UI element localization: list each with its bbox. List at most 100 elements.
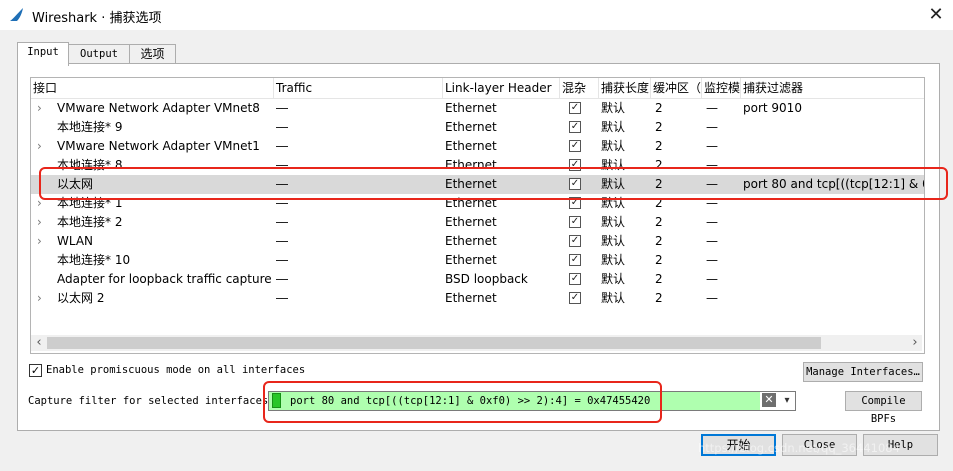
table-row[interactable]: › 以太网 2 __ Ethernet ✓ 默认 2 — (31, 285, 924, 308)
row-capture-filter[interactable] (743, 118, 924, 137)
title-bar: Wireshark · 捕获选项 ✕ (0, 0, 953, 30)
buffer-size: 2 (655, 120, 663, 134)
scrollbar-thumb[interactable] (47, 337, 821, 349)
column-header-capture-filter[interactable]: 捕获过滤器 (741, 78, 924, 98)
snapshot-length: 默认 (601, 272, 626, 286)
expand-chevron-icon[interactable]: › (37, 232, 42, 251)
row-capture-filter[interactable] (743, 251, 924, 270)
row-capture-filter[interactable]: port 9010 (743, 99, 924, 118)
traffic-sparkline: __ (276, 266, 288, 280)
buffer-size: 2 (655, 101, 663, 115)
interface-name: 本地连接* 9 (57, 120, 123, 134)
wireshark-fin-icon (10, 8, 23, 21)
traffic-sparkline: __ (276, 95, 288, 109)
column-header-snaplen[interactable]: 捕获长度 (599, 78, 651, 98)
promiscuous-checkbox[interactable]: ✓ (29, 364, 42, 377)
monitor-mode: — (706, 253, 718, 267)
promiscuous-row-checkbox[interactable]: ✓ (569, 235, 581, 247)
row-capture-filter[interactable] (743, 232, 924, 251)
manage-interfaces-button[interactable]: Manage Interfaces… (803, 362, 923, 382)
tab-options[interactable]: 选项 (129, 44, 176, 64)
promiscuous-row-checkbox[interactable]: ✓ (569, 102, 581, 114)
link-layer-header: Ethernet (445, 101, 497, 115)
close-window-button[interactable]: ✕ (924, 3, 948, 27)
capture-filter-label: Capture filter for selected interfaces: (28, 395, 275, 407)
snapshot-length: 默认 (601, 253, 626, 267)
column-header-promiscuous[interactable]: 混杂 (560, 78, 599, 98)
promiscuous-row-checkbox[interactable]: ✓ (569, 292, 581, 304)
row-capture-filter[interactable] (743, 137, 924, 156)
snapshot-length: 默认 (601, 101, 626, 115)
clear-filter-icon[interactable]: ✕ (762, 393, 776, 407)
scroll-right-icon[interactable]: › (908, 335, 922, 351)
monitor-mode: — (706, 291, 718, 305)
table-row[interactable]: 本地连接* 9 __ Ethernet ✓ 默认 2 — (31, 114, 924, 137)
promiscuous-row-checkbox[interactable]: ✓ (569, 140, 581, 152)
filter-dropdown-icon[interactable]: ▾ (780, 392, 794, 410)
promiscuous-row-checkbox[interactable]: ✓ (569, 273, 581, 285)
interface-name: 以太网 2 (57, 291, 105, 305)
buffer-size: 2 (655, 272, 663, 286)
link-layer-header: Ethernet (445, 291, 497, 305)
interface-name: Adapter for loopback traffic capture (57, 272, 272, 286)
row-capture-filter[interactable] (743, 289, 924, 308)
column-header-monitor[interactable]: 监控模 (702, 78, 741, 98)
expand-chevron-icon[interactable]: › (37, 99, 42, 118)
table-row[interactable]: 本地连接* 10 __ Ethernet ✓ 默认 2 — (31, 247, 924, 270)
interface-name: VMware Network Adapter VMnet1 (57, 139, 260, 153)
promiscuous-row-checkbox[interactable]: ✓ (569, 216, 581, 228)
row-capture-filter[interactable] (743, 270, 924, 289)
highlight-filter-annotation (263, 381, 662, 423)
promiscuous-row-checkbox[interactable]: ✓ (569, 254, 581, 266)
buffer-size: 2 (655, 215, 663, 229)
watermark: https://blog.csdn.net/qq_36441084 (698, 441, 900, 455)
table-row[interactable]: › 本地连接* 2 __ Ethernet ✓ 默认 2 — (31, 209, 924, 232)
table-row[interactable]: › VMware Network Adapter VMnet1 __ Ethernet… (31, 133, 924, 156)
traffic-sparkline: __ (276, 247, 288, 261)
highlight-selected-row-annotation (39, 167, 948, 200)
scroll-left-icon[interactable]: ‹ (32, 335, 46, 351)
table-row[interactable]: Adapter for loopback traffic capture __ BS… (31, 266, 924, 289)
snapshot-length: 默认 (601, 139, 626, 153)
snapshot-length: 默认 (601, 234, 626, 248)
link-layer-header: Ethernet (445, 139, 497, 153)
traffic-sparkline: __ (276, 228, 288, 242)
link-layer-header: Ethernet (445, 253, 497, 267)
row-capture-filter[interactable] (743, 213, 924, 232)
link-layer-header: Ethernet (445, 120, 497, 134)
tab-output[interactable]: Output (67, 44, 131, 64)
snapshot-length: 默认 (601, 291, 626, 305)
monitor-mode: — (706, 215, 718, 229)
table-row[interactable]: › WLAN __ Ethernet ✓ 默认 2 — (31, 228, 924, 251)
interface-table[interactable]: 接口 Traffic Link-layer Header 混杂 捕获长度 缓冲区… (30, 77, 925, 354)
buffer-size: 2 (655, 234, 663, 248)
monitor-mode: — (706, 101, 718, 115)
buffer-size: 2 (655, 139, 663, 153)
column-header-interface[interactable]: 接口 (31, 78, 274, 98)
promiscuous-row-checkbox[interactable]: ✓ (569, 121, 581, 133)
expand-chevron-icon[interactable]: › (37, 289, 42, 308)
column-header-link-layer[interactable]: Link-layer Header (443, 78, 560, 98)
tab-input[interactable]: Input (17, 42, 69, 66)
checkmark-icon: ✓ (30, 364, 41, 377)
link-layer-header: BSD loopback (445, 272, 528, 286)
traffic-sparkline: __ (276, 114, 288, 128)
monitor-mode: — (706, 234, 718, 248)
traffic-sparkline: __ (276, 133, 288, 147)
monitor-mode: — (706, 139, 718, 153)
compile-bpfs-button[interactable]: Compile BPFs (845, 391, 922, 425)
column-header-traffic[interactable]: Traffic (274, 78, 443, 98)
buffer-size: 2 (655, 291, 663, 305)
expand-chevron-icon[interactable]: › (37, 213, 42, 232)
expand-chevron-icon[interactable]: › (37, 137, 42, 156)
traffic-sparkline: __ (276, 285, 288, 299)
snapshot-length: 默认 (601, 120, 626, 134)
table-row[interactable]: › VMware Network Adapter VMnet8 __ Ethernet… (31, 95, 924, 118)
traffic-sparkline: __ (276, 209, 288, 223)
interface-name: 本地连接* 2 (57, 215, 123, 229)
interface-name: 本地连接* 10 (57, 253, 131, 267)
column-header-buffer[interactable]: 缓冲区（ (651, 78, 702, 98)
snapshot-length: 默认 (601, 215, 626, 229)
monitor-mode: — (706, 120, 718, 134)
link-layer-header: Ethernet (445, 215, 497, 229)
